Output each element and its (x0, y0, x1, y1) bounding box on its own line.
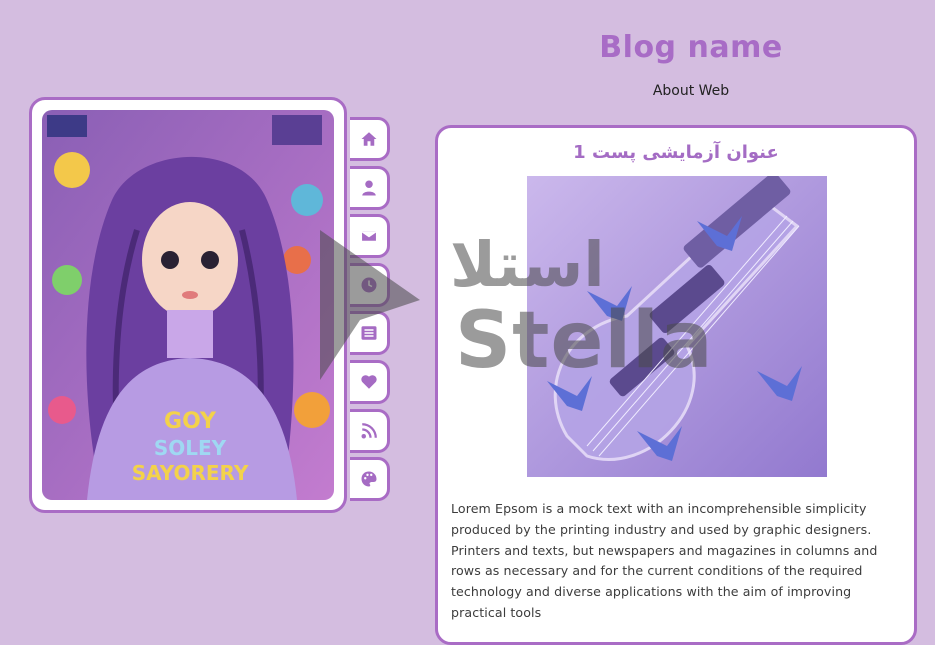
post-body: Lorem Epsom is a mock text with an incom… (451, 501, 878, 620)
nav-favorites-button[interactable] (350, 359, 390, 404)
nav-profile-button[interactable] (350, 165, 390, 210)
nav-home-button[interactable] (350, 117, 390, 161)
profile-card: GOY SOLEY SAYORERY (29, 97, 347, 513)
palette-icon (361, 471, 376, 487)
nav-theme-button[interactable] (350, 457, 390, 502)
nav-list-button[interactable] (350, 311, 390, 356)
user-icon (361, 180, 376, 196)
envelope-icon (360, 230, 377, 242)
blog-description: About Web (652, 83, 730, 99)
svg-text:SAYORERY: SAYORERY (132, 461, 249, 485)
svg-text:GOY: GOY (164, 409, 217, 434)
blog-name[interactable]: Blog name (560, 30, 822, 65)
side-nav (350, 117, 392, 506)
svg-text:SOLEY: SOLEY (154, 436, 227, 460)
post-title[interactable]: عنوان آزمایشی پست 1 (438, 142, 914, 163)
post-image (527, 176, 827, 477)
rss-icon (361, 422, 377, 439)
history-icon (361, 277, 376, 293)
post-card: عنوان آزمایشی پست 1 Lorem Epsom is a moc… (435, 125, 917, 645)
profile-illustration: GOY SOLEY SAYORERY (42, 110, 334, 500)
home-icon (361, 132, 376, 146)
nav-archive-button[interactable] (350, 262, 390, 307)
list-icon (361, 326, 376, 341)
heart-icon (360, 375, 377, 389)
nav-rss-button[interactable] (350, 408, 390, 453)
nav-contact-button[interactable] (350, 214, 390, 259)
